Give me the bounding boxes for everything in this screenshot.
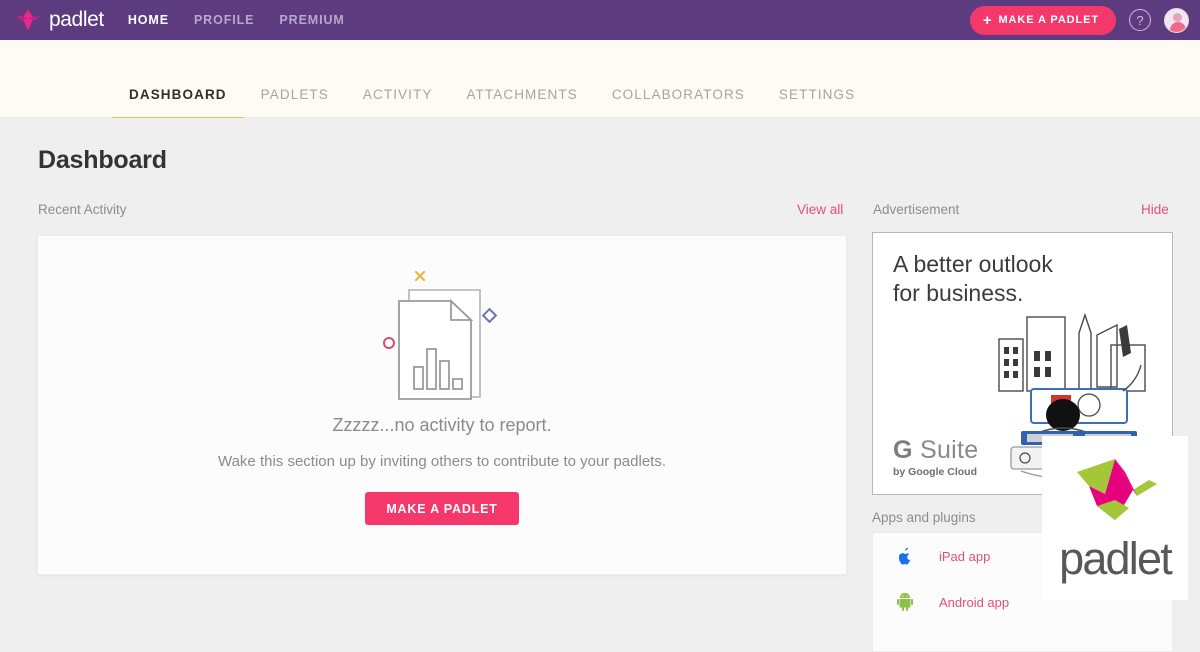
- ipad-app-link[interactable]: iPad app: [939, 549, 990, 564]
- hide-ad-link[interactable]: Hide: [1141, 202, 1169, 217]
- top-header-bar: padlet HOME PROFILE PREMIUM + MAKE A PAD…: [0, 0, 1200, 40]
- brand-logo[interactable]: padlet: [14, 7, 104, 33]
- nav-item-home[interactable]: HOME: [128, 13, 169, 27]
- tab-dashboard[interactable]: DASHBOARD: [112, 87, 244, 121]
- gsuite-g-letter: G: [893, 436, 913, 464]
- primary-nav: HOME PROFILE PREMIUM: [128, 13, 345, 27]
- recent-activity-label: Recent Activity: [38, 202, 127, 217]
- padlet-overlay-wordmark: padlet: [1059, 532, 1173, 584]
- padlet-bird-icon: [16, 8, 40, 32]
- gsuite-name: Suite: [920, 436, 979, 464]
- avatar-body: [1169, 21, 1186, 32]
- avatar[interactable]: [1164, 7, 1189, 33]
- page-title: Dashboard: [38, 146, 167, 174]
- tab-activity[interactable]: ACTIVITY: [346, 87, 450, 121]
- padlet-origami-crane-icon: [1077, 458, 1157, 520]
- nav-item-profile[interactable]: PROFILE: [194, 13, 254, 27]
- make-a-padlet-button[interactable]: + MAKE A PADLET: [969, 5, 1116, 35]
- secondary-nav-bar: DASHBOARD PADLETS ACTIVITY ATTACHMENTS C…: [0, 40, 1200, 121]
- document-bar-chart-illustration: [367, 257, 517, 407]
- decorative-x-mark: [414, 270, 426, 282]
- recent-activity-card: Zzzzz...no activity to report. Wake this…: [37, 235, 847, 575]
- header-actions: + MAKE A PADLET ?: [969, 5, 1189, 35]
- decorative-diamond-mark: [481, 307, 498, 324]
- view-all-link[interactable]: View all: [797, 202, 843, 217]
- padlet-logo-overlay: padlet: [1042, 436, 1188, 600]
- android-icon: [897, 593, 913, 611]
- tab-attachments[interactable]: ATTACHMENTS: [449, 87, 594, 121]
- tab-settings[interactable]: SETTINGS: [762, 87, 872, 121]
- avatar-head: [1173, 12, 1182, 22]
- make-a-padlet-label: MAKE A PADLET: [998, 14, 1099, 26]
- page-body: Dashboard Recent Activity View all Adver…: [0, 118, 1200, 652]
- android-app-link[interactable]: Android app: [939, 595, 1009, 610]
- plus-icon: +: [982, 11, 993, 29]
- empty-state-subtitle: Wake this section up by inviting others …: [217, 453, 666, 470]
- tab-collaborators[interactable]: COLLABORATORS: [595, 87, 762, 121]
- empty-state: Zzzzz...no activity to report. Wake this…: [38, 257, 846, 525]
- question-mark-icon[interactable]: ?: [1129, 9, 1151, 31]
- empty-state-title: Zzzzz...no activity to report.: [332, 415, 552, 435]
- brand-wordmark: padlet: [49, 8, 104, 31]
- gsuite-tagline: by Google Cloud: [893, 466, 977, 478]
- nav-item-premium[interactable]: PREMIUM: [279, 13, 344, 27]
- decorative-circle-mark: [383, 337, 395, 349]
- gsuite-logo: G Suite by Google Cloud: [893, 436, 978, 478]
- advertisement-label: Advertisement: [873, 202, 960, 217]
- apps-and-plugins-label: Apps and plugins: [872, 510, 976, 525]
- gsuite-wordmark: G Suite: [893, 436, 978, 465]
- tab-padlets[interactable]: PADLETS: [244, 87, 346, 121]
- ad-headline-line1: A better outlook: [893, 251, 1053, 277]
- empty-state-make-a-padlet-button[interactable]: MAKE A PADLET: [365, 492, 519, 525]
- apple-icon: [898, 547, 911, 565]
